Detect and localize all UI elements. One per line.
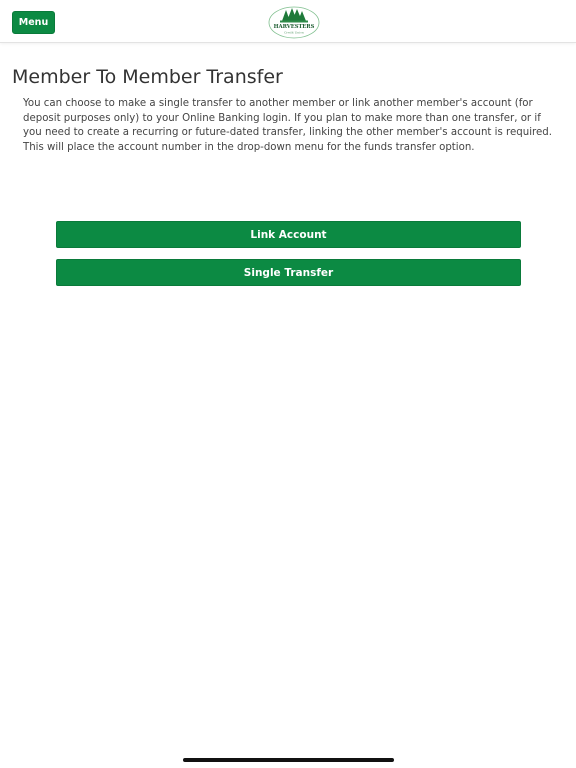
harvesters-logo[interactable]: HARVESTERS Credit Union (268, 5, 320, 39)
single-transfer-button[interactable]: Single Transfer (56, 259, 521, 286)
page-title: Member To Member Transfer (12, 66, 283, 88)
top-bar: Menu HARVESTERS Credit Union (0, 0, 576, 43)
transfer-description: You can choose to make a single transfer… (23, 98, 552, 153)
logo-tagline: Credit Union (284, 31, 304, 35)
menu-button[interactable]: Menu (12, 11, 55, 34)
logo-brand-text: HARVESTERS (274, 24, 315, 30)
link-account-button[interactable]: Link Account (56, 221, 521, 248)
home-indicator[interactable] (183, 758, 394, 762)
